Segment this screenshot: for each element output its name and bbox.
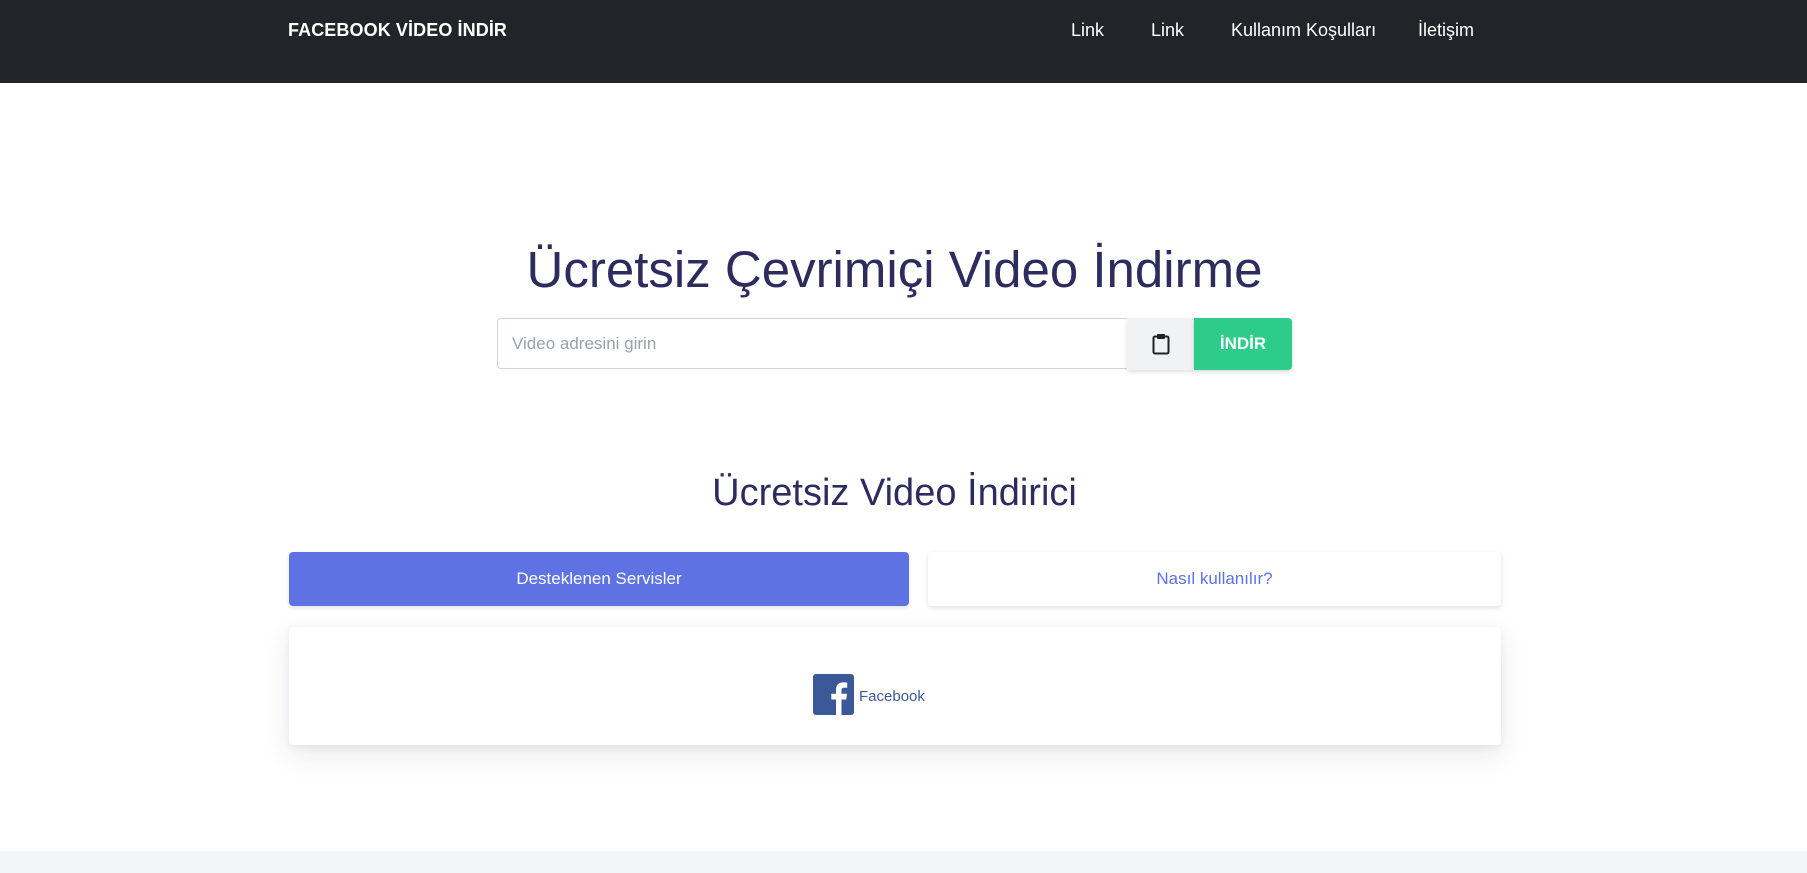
tab-supported-services[interactable]: Desteklenen Servisler (289, 552, 909, 606)
services-panel: Facebook (289, 627, 1501, 745)
nav-link-2[interactable]: Link (1151, 20, 1184, 41)
service-item-facebook[interactable]: Facebook (813, 674, 925, 715)
tab-label: Desteklenen Servisler (516, 569, 682, 588)
tab-label: Nasıl kullanılır? (1156, 569, 1273, 588)
facebook-icon (813, 674, 854, 715)
service-label: Facebook (859, 688, 925, 705)
footer-strip (0, 851, 1807, 873)
brand-link[interactable]: FACEBOOK VİDEO İNDİR (288, 20, 507, 41)
nav-link-contact[interactable]: İletişim (1418, 20, 1474, 41)
clipboard-icon (1152, 333, 1170, 355)
nav-link-1[interactable]: Link (1071, 20, 1104, 41)
nav-link-terms[interactable]: Kullanım Koşulları (1231, 20, 1376, 41)
section-title: Ücretsiz Video İndirici (712, 472, 1077, 514)
paste-button[interactable] (1127, 318, 1194, 370)
top-navbar: FACEBOOK VİDEO İNDİR Link Link Kullanım … (0, 0, 1807, 83)
download-button[interactable]: İNDİR (1194, 318, 1292, 370)
tab-how-to-use[interactable]: Nasıl kullanılır? (928, 552, 1501, 606)
video-url-input[interactable] (497, 318, 1129, 369)
hero-title: Ücretsiz Çevrimiçi Video İndirme (526, 241, 1263, 298)
